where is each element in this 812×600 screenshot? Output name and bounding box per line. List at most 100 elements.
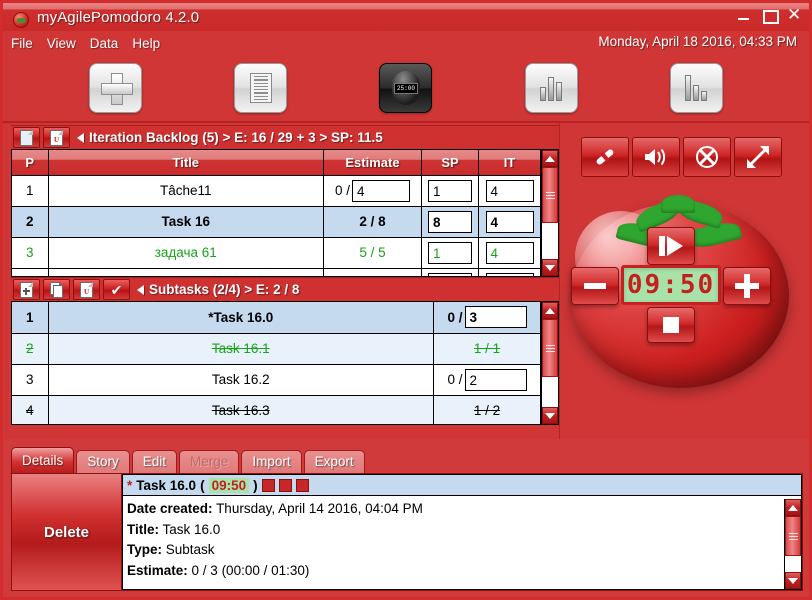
unplanned-subtask-icon[interactable]: U <box>73 279 100 300</box>
sound-icon[interactable] <box>632 137 680 177</box>
scroll-track[interactable] <box>785 516 801 572</box>
table-row[interactable] <box>12 268 541 277</box>
scroll-down-arrow-icon[interactable] <box>542 259 558 276</box>
add-icon[interactable] <box>89 63 142 113</box>
stop-button[interactable] <box>647 307 695 343</box>
subtasks-scrollbar[interactable] <box>541 302 558 424</box>
scroll-thumb[interactable] <box>542 167 558 223</box>
cell-estimate: 2 / 8 <box>324 206 422 237</box>
cell-sp[interactable]: 1 <box>422 237 479 268</box>
delete-button[interactable]: Delete <box>12 474 122 590</box>
table-row[interactable]: 2 Task 16.1 1 / 1 <box>12 333 541 364</box>
descending-bar-chart-icon[interactable] <box>670 63 723 113</box>
detail-label: Estimate: <box>127 563 188 578</box>
table-row[interactable]: 3 Task 16.2 0 / 2 <box>12 364 541 395</box>
cell-title: Task 16 <box>48 206 324 237</box>
tab-import[interactable]: Import <box>241 450 301 473</box>
pomodoro-timer-icon[interactable]: 25:00 <box>379 63 432 113</box>
pomodoro-marker <box>279 479 292 492</box>
backlog-title-row: Iteration Backlog (5) > E: 16 / 29 + 3 >… <box>77 130 383 145</box>
detail-value: Task 16.0 <box>163 522 221 537</box>
unplanned-page-icon[interactable]: U <box>43 127 70 148</box>
sp-input[interactable]: 8 <box>428 211 472 233</box>
it-input[interactable]: 4 <box>486 242 534 264</box>
cell-estimate[interactable]: 0 / 3 <box>434 302 541 333</box>
scroll-track[interactable] <box>542 319 558 407</box>
it-input[interactable]: 4 <box>486 180 534 202</box>
cell-sp[interactable] <box>422 268 479 277</box>
tab-story[interactable]: Story <box>76 450 130 473</box>
tab-details[interactable]: Details <box>11 447 74 473</box>
table-row[interactable]: 3 задача 61 5 / 5 1 4 <box>12 237 541 268</box>
table-row[interactable]: 2 Task 16 2 / 8 8 4 <box>12 206 541 237</box>
expand-icon[interactable] <box>734 137 782 177</box>
cell-it[interactable]: 4 <box>479 175 541 206</box>
complete-check-icon[interactable]: ✔ <box>103 279 130 300</box>
bar-chart-icon[interactable] <box>525 63 578 113</box>
close-icon[interactable]: ✕ <box>787 8 801 22</box>
sp-input[interactable]: 1 <box>428 242 472 264</box>
scroll-down-arrow-icon[interactable] <box>542 407 558 424</box>
new-page-icon[interactable] <box>13 127 40 148</box>
table-row[interactable]: 1 *Task 16.0 0 / 3 <box>12 302 541 333</box>
col-estimate[interactable]: Estimate <box>324 150 422 175</box>
maximize-icon[interactable] <box>762 8 776 22</box>
estimate-input[interactable]: 4 <box>352 180 410 202</box>
play-pause-button[interactable] <box>647 227 695 265</box>
table-row[interactable]: 4 Task 16.3 1 / 2 <box>12 395 541 425</box>
col-title[interactable]: Title <box>48 150 324 175</box>
cell-priority: 1 <box>12 302 48 333</box>
details-title-bar: * Task 16.0 ( 09:50 ) <box>123 475 801 496</box>
sp-input[interactable]: 1 <box>428 180 472 202</box>
window-title: myAgilePomodoro 4.2.0 <box>37 9 199 26</box>
document-icon[interactable] <box>234 63 287 113</box>
scroll-up-arrow-icon[interactable] <box>785 499 801 516</box>
scroll-thumb[interactable] <box>785 516 801 556</box>
main-content: U Iteration Backlog (5) > E: 16 / 29 + 3… <box>3 123 809 439</box>
tomato-icon <box>13 12 29 28</box>
back-arrow-icon[interactable] <box>77 133 84 143</box>
menu-item-data[interactable]: Data <box>90 36 119 51</box>
copy-subtask-icon[interactable] <box>43 279 70 300</box>
menu-item-file[interactable]: File <box>11 36 33 51</box>
cell-it[interactable] <box>479 268 541 277</box>
scroll-thumb[interactable] <box>542 319 558 377</box>
no-interruption-icon[interactable] <box>683 137 731 177</box>
cell-estimate[interactable]: 0 / 2 <box>434 364 541 395</box>
pomodoro-marker <box>262 479 275 492</box>
estimate-input[interactable]: 3 <box>465 306 527 328</box>
cell-estimate[interactable]: 0 / 4 <box>324 175 422 206</box>
it-input[interactable]: 4 <box>486 211 534 233</box>
tab-edit[interactable]: Edit <box>132 450 177 473</box>
increase-button[interactable] <box>723 267 771 305</box>
scroll-track[interactable] <box>542 167 558 259</box>
col-it[interactable]: IT <box>479 150 541 175</box>
backlog-scrollbar[interactable] <box>541 150 558 276</box>
estimate-done: 0 / <box>447 372 462 387</box>
cell-sp[interactable]: 8 <box>422 206 479 237</box>
new-subtask-icon[interactable] <box>13 279 40 300</box>
estimate-input[interactable]: 2 <box>465 369 527 391</box>
tab-export[interactable]: Export <box>304 450 365 473</box>
decrease-button[interactable] <box>571 267 619 305</box>
back-arrow-icon[interactable] <box>137 285 144 295</box>
col-sp[interactable]: SP <box>422 150 479 175</box>
cell-it[interactable]: 4 <box>479 206 541 237</box>
paren-close: ) <box>253 478 258 493</box>
scroll-down-arrow-icon[interactable] <box>785 572 801 589</box>
cell-estimate: 1 / 2 <box>434 395 541 425</box>
scroll-up-arrow-icon[interactable] <box>542 150 558 167</box>
table-row[interactable]: 1 Tâche11 0 / 4 1 <box>12 175 541 206</box>
cell-estimate: 1 / 1 <box>434 333 541 364</box>
cell-it[interactable]: 4 <box>479 237 541 268</box>
menu-item-help[interactable]: Help <box>132 36 160 51</box>
col-priority[interactable]: P <box>12 150 48 175</box>
details-scrollbar[interactable] <box>784 499 801 589</box>
scroll-up-arrow-icon[interactable] <box>542 302 558 319</box>
cell-sp[interactable]: 1 <box>422 175 479 206</box>
minimize-icon[interactable] <box>737 8 751 22</box>
link-icon[interactable] <box>581 137 629 177</box>
timer-display: 09:50 <box>621 265 721 305</box>
cell-priority: 3 <box>12 237 48 268</box>
menu-item-view[interactable]: View <box>47 36 76 51</box>
